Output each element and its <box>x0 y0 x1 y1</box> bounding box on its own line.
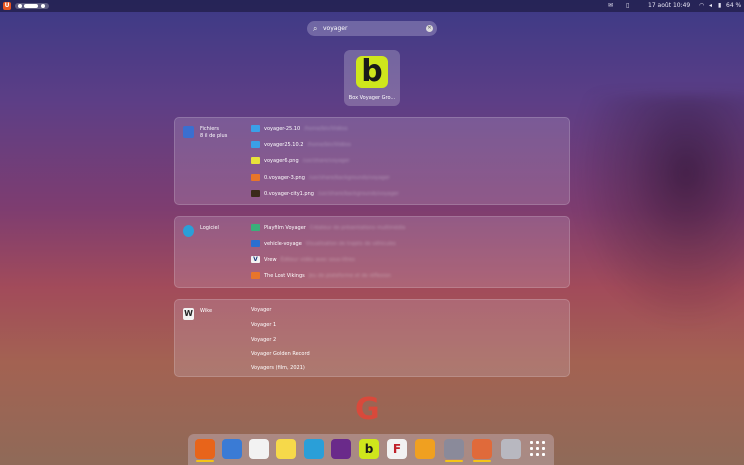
software-icon[interactable] <box>183 225 194 237</box>
app-icon <box>251 224 260 231</box>
file-result[interactable]: voyager-25.10/home/bin/Vidéos <box>251 124 348 134</box>
apps-icon[interactable] <box>472 439 492 462</box>
file-name: voyager25.10.2 <box>264 142 304 148</box>
software-provider-title[interactable]: Logiciel <box>200 225 219 231</box>
running-indicator <box>196 460 214 462</box>
file-result[interactable]: voyager6.png/usr/share/voyager <box>251 156 350 166</box>
search-input[interactable] <box>323 23 418 34</box>
reader-glyph: F <box>392 442 402 456</box>
image-icon <box>251 190 260 197</box>
file-result[interactable]: 0.voyager-city1.png/usr/share/background… <box>251 189 399 199</box>
software-result[interactable]: vehicle-voyage Visualisation de trajets d… <box>251 239 396 249</box>
search-icon: ⌕ <box>313 24 318 33</box>
file-name: 0.voyager-3.png <box>264 175 305 181</box>
reader-icon[interactable]: F <box>387 439 407 459</box>
workspace-dot[interactable] <box>41 4 45 8</box>
wiki-result[interactable]: Voyager Golden Record <box>251 349 310 359</box>
trash-icon[interactable] <box>501 439 521 459</box>
software-result[interactable]: The Lost Vikings Jeu de plateforme et de … <box>251 271 391 281</box>
software-result[interactable]: V Vrew Éditeur vidéo avec sous-titres <box>251 255 355 265</box>
file-path: /home/bin/Vidéos <box>307 142 352 148</box>
firefox-icon[interactable] <box>195 439 215 462</box>
app-result-box-voyager[interactable]: b Box Voyager Gro... <box>344 50 400 106</box>
volume-icon[interactable]: ◂ <box>709 2 712 10</box>
workspace-indicator[interactable] <box>15 3 49 9</box>
dock: b F <box>188 434 554 465</box>
files-icon[interactable] <box>183 126 194 138</box>
file-result[interactable]: voyager25.10.2/home/bin/Vidéos <box>251 140 351 150</box>
file-path: /usr/share/backgrounds/voyager <box>308 175 390 181</box>
notes-icon[interactable] <box>222 439 242 459</box>
app-name: vehicle-voyage <box>264 241 302 247</box>
document-icon[interactable] <box>249 439 269 459</box>
software-result[interactable]: Playfilm Voyager Créateur de présentation… <box>251 223 405 233</box>
sticky-notes-icon[interactable] <box>276 439 296 459</box>
clipboard-icon[interactable]: ▯ <box>626 2 629 10</box>
software-store-icon[interactable] <box>304 439 324 459</box>
folder-icon <box>251 141 260 148</box>
wiki-result[interactable]: Voyager 1 <box>251 320 276 330</box>
battery-percent[interactable]: 64 % <box>726 2 741 10</box>
wikipedia-icon[interactable]: W <box>183 308 194 320</box>
running-indicator <box>445 460 463 462</box>
file-result[interactable]: 0.voyager-3.png/usr/share/backgrounds/vo… <box>251 173 390 183</box>
battery-icon[interactable]: ▮ <box>718 2 721 10</box>
ubuntu-logo[interactable]: U <box>3 2 11 10</box>
app-description: Visualisation de trajets de véhicules <box>305 241 396 247</box>
mail-icon[interactable]: ✉ <box>608 2 613 10</box>
tablet-icon[interactable] <box>444 439 464 462</box>
app-name: Playfilm Voyager <box>264 225 306 231</box>
app-result-label: Box Voyager Gro... <box>348 95 396 101</box>
wiki-provider-title[interactable]: Wike <box>200 308 212 314</box>
image-icon <box>251 174 260 181</box>
app-description: Jeu de plateforme et de réflexion <box>308 273 392 279</box>
file-path: /usr/share/backgrounds/voyager <box>317 191 399 197</box>
google-icon[interactable]: G <box>355 394 380 426</box>
file-path: /usr/share/voyager <box>302 158 350 164</box>
box-icon[interactable]: b <box>359 439 379 459</box>
wiki-result[interactable]: Voyager <box>251 305 271 315</box>
app-description: Éditeur vidéo avec sous-titres <box>280 257 355 263</box>
app-icon <box>251 240 260 247</box>
date-time[interactable]: 17 août 10:49 <box>648 2 690 10</box>
search-bar[interactable]: ⌕ ✕ <box>307 21 437 36</box>
app-name: Vrew <box>264 257 277 263</box>
running-indicator <box>473 460 491 462</box>
wallpaper-palm-shadow <box>554 95 744 355</box>
box-icon: b <box>356 56 388 88</box>
software-results-panel: Logiciel Playfilm Voyager Créateur de pré… <box>174 216 570 288</box>
media-icon[interactable] <box>331 439 351 459</box>
files-more-link[interactable]: 8 il de plus <box>200 133 227 139</box>
file-name: voyager6.png <box>264 158 299 164</box>
top-bar: U ✉ ▯ 17 août 10:49 ◠ ◂ ▮ 64 % <box>0 0 744 12</box>
app-name: The Lost Vikings <box>264 273 305 279</box>
file-path: /home/bin/Vidéos <box>304 126 348 132</box>
file-name: voyager-25.10 <box>264 126 301 132</box>
wiki-results-panel: W Wike Voyager Voyager 1 Voyager 2 Voyag… <box>174 299 570 377</box>
folder-icon <box>251 125 260 132</box>
radio-icon[interactable] <box>415 439 435 459</box>
app-description: Créateur de présentations multimédia <box>309 225 406 231</box>
file-name: 0.voyager-city1.png <box>264 191 314 197</box>
box-glyph: b <box>364 442 374 456</box>
workspace-active[interactable] <box>24 4 38 8</box>
app-icon <box>251 272 260 279</box>
files-provider-title[interactable]: Fichiers <box>200 126 219 132</box>
wiki-result[interactable]: Voyagers (film, 2021) <box>251 363 305 373</box>
files-results-panel: Fichiers 8 il de plus voyager-25.10/home… <box>174 117 570 205</box>
image-icon <box>251 157 260 164</box>
clear-icon[interactable]: ✕ <box>426 25 433 32</box>
wifi-icon[interactable]: ◠ <box>699 2 704 10</box>
workspace-dot[interactable] <box>18 4 22 8</box>
app-icon: V <box>251 256 260 263</box>
app-grid-icon[interactable] <box>529 440 547 458</box>
wiki-result[interactable]: Voyager 2 <box>251 335 276 345</box>
